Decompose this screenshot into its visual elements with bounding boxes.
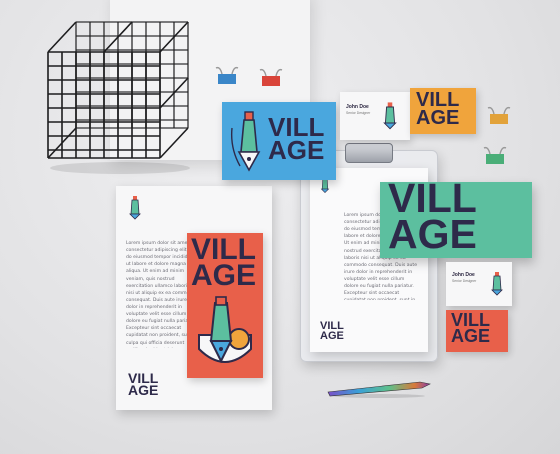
lighthouse-logo-card-middle xyxy=(491,272,503,296)
lighthouse-pen-icon xyxy=(230,111,261,172)
white-card-top: John Doe Senior Designer xyxy=(340,92,410,140)
coral-card-wordmark: VILL AGE xyxy=(451,311,491,346)
card-name-top: John Doe xyxy=(346,104,369,110)
letterhead-wordmark: VILL AGE xyxy=(128,371,159,399)
binder-clip-green xyxy=(483,146,507,164)
envelope-wordmark: VILL AGE xyxy=(388,177,477,258)
orange-business-card: VILL AGE xyxy=(410,88,476,134)
clipboard-wordmark-line-2: AGE xyxy=(320,329,344,342)
white-card-middle: John Doe Senior Designer xyxy=(446,262,512,306)
card-role-middle: Senior Designer xyxy=(452,279,477,283)
orange-card-wordmark: VILL AGE xyxy=(416,90,460,129)
lighthouse-logo-card xyxy=(383,102,397,130)
coral-card-wordmark-line-2: AGE xyxy=(451,325,491,346)
coral-flyer: VILL AGE xyxy=(187,233,263,378)
wire-cube xyxy=(47,21,190,174)
blue-business-card: VILL AGE xyxy=(222,102,336,180)
blue-card-wordmark-line-2: AGE xyxy=(268,134,325,165)
binder-clip-orange xyxy=(487,106,511,124)
blue-card-wordmark: VILL AGE xyxy=(268,114,325,165)
coral-business-card: VILL AGE xyxy=(446,310,508,352)
card-name-middle: John Doe xyxy=(452,272,475,278)
card-role-top: Senior Designer xyxy=(346,111,371,115)
binder-clip-blue xyxy=(215,66,239,84)
iridescent-pen xyxy=(327,381,431,398)
mint-envelope: VILL AGE xyxy=(380,177,532,258)
wordmark-line-2: AGE xyxy=(128,382,159,399)
lighthouse-illustration xyxy=(198,296,252,364)
stationery-mockup-scene: Lorem ipsum dolor sit amet, consectetur … xyxy=(0,0,560,454)
clipboard-clip xyxy=(345,143,393,163)
binder-clip-red xyxy=(259,68,283,86)
clipboard-wordmark: VILL AGE xyxy=(320,321,344,342)
orange-card-wordmark-line-2: AGE xyxy=(416,106,460,129)
envelope-wordmark-line-2: AGE xyxy=(388,211,477,258)
lighthouse-logo-small xyxy=(129,196,141,220)
flyer-wordmark: VILL AGE xyxy=(191,234,257,293)
flyer-wordmark-line-2: AGE xyxy=(191,259,257,293)
